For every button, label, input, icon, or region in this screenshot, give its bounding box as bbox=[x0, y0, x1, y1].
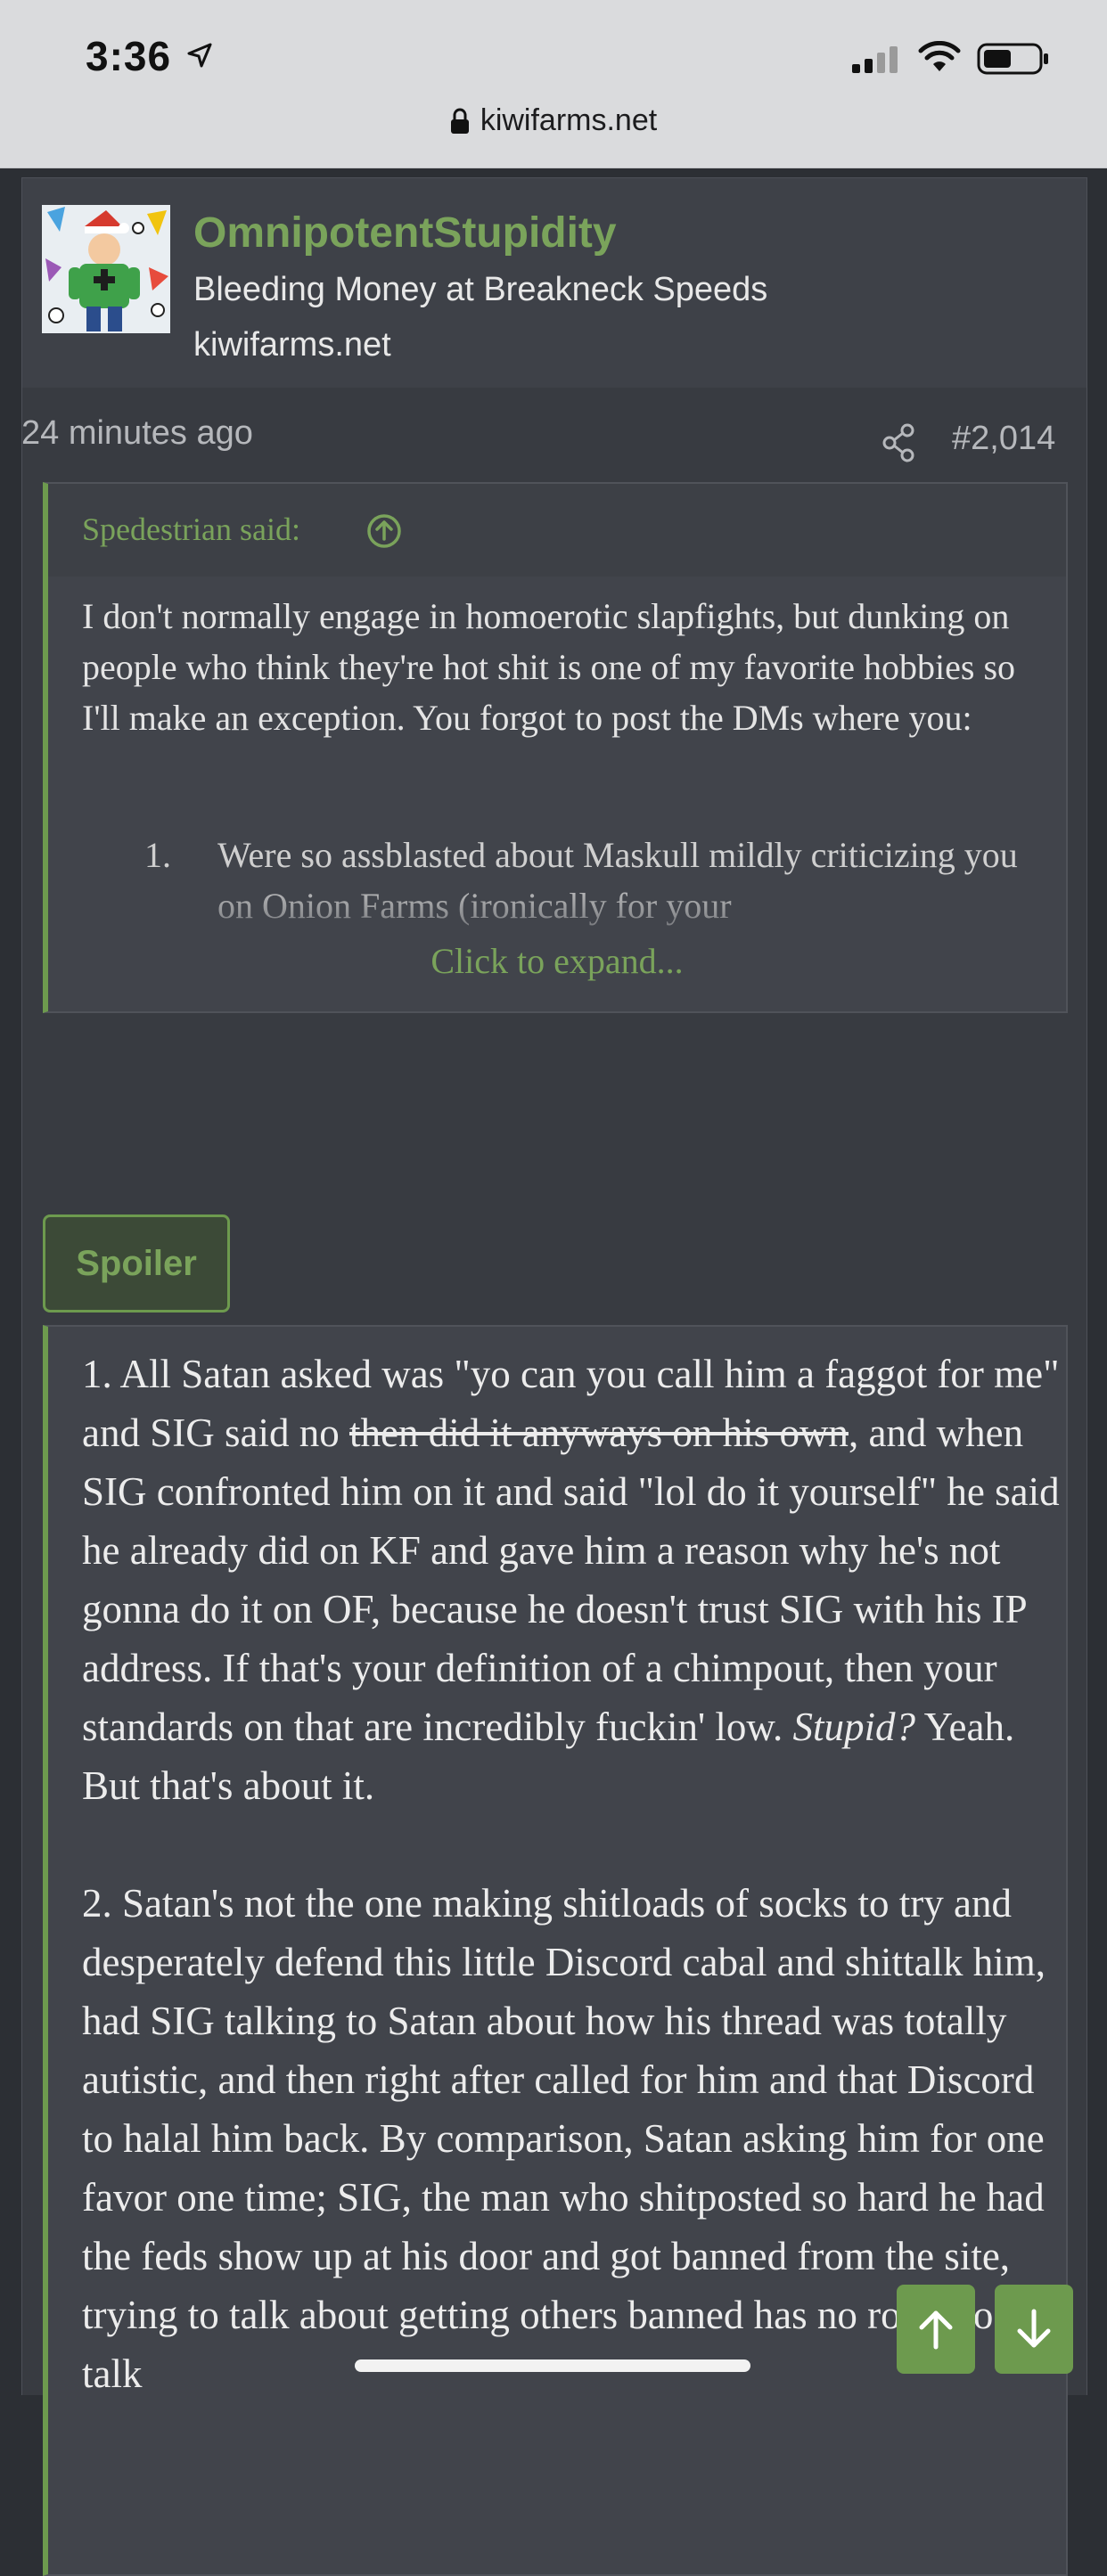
user-card: OmnipotentStupidity Bleeding Money at Br… bbox=[21, 177, 1087, 389]
italic-text: Stupid? bbox=[792, 1705, 915, 1749]
quote-header: Spedestrian said: bbox=[48, 484, 1066, 577]
arrow-up-icon bbox=[919, 2310, 953, 2350]
quote-list-number: 1. bbox=[144, 835, 171, 875]
avatar[interactable] bbox=[42, 205, 170, 333]
location-arrow-icon bbox=[187, 43, 212, 68]
spoiler-p1-text-b: , and when SIG confronted him on it and … bbox=[82, 1411, 1060, 1749]
share-icon[interactable] bbox=[881, 423, 916, 462]
page-content: OmnipotentStupidity Bleeding Money at Br… bbox=[0, 168, 1107, 2576]
spoiler-paragraph-1: 1. All Satan asked was "yo can you call … bbox=[82, 1345, 1062, 1815]
home-indicator[interactable] bbox=[355, 2359, 750, 2372]
url-text: kiwifarms.net bbox=[480, 103, 658, 137]
click-to-expand-link[interactable]: Click to expand... bbox=[48, 940, 1066, 982]
arrow-up-circle-icon[interactable] bbox=[365, 512, 403, 550]
scroll-to-bottom-button[interactable] bbox=[995, 2285, 1073, 2374]
wifi-icon bbox=[918, 41, 961, 71]
username[interactable]: OmnipotentStupidity bbox=[193, 209, 617, 258]
spoiler-text: 1. All Satan asked was "yo can you call … bbox=[82, 1345, 1062, 2403]
scroll-to-top-button[interactable] bbox=[897, 2285, 975, 2374]
user-title: Bleeding Money at Breakneck Speeds bbox=[193, 271, 768, 308]
user-site: kiwifarms.net bbox=[193, 326, 391, 364]
quote-block: Spedestrian said: I don't normally engag… bbox=[43, 482, 1068, 1013]
arrow-down-icon bbox=[1017, 2309, 1051, 2348]
lock-icon bbox=[450, 108, 469, 134]
post-timestamp[interactable]: 24 minutes ago bbox=[21, 414, 253, 453]
status-time: 3:36 bbox=[86, 33, 172, 79]
battery-icon bbox=[977, 43, 1048, 75]
strikethrough-text: then did it anyways on his own bbox=[348, 1411, 849, 1455]
post-number[interactable]: #2,014 bbox=[952, 420, 1055, 458]
quote-text: I don't normally engage in homoerotic sl… bbox=[82, 596, 1016, 738]
address-bar[interactable]: kiwifarms.net bbox=[0, 103, 1107, 148]
spoiler-content: 1. All Satan asked was "yo can you call … bbox=[43, 1325, 1068, 2576]
spoiler-button[interactable]: Spoiler bbox=[43, 1214, 230, 1313]
avatar-image bbox=[42, 205, 170, 333]
status-bar: 3:36 kiwifarms.net bbox=[0, 0, 1107, 168]
quote-attribution[interactable]: Spedestrian said: bbox=[82, 511, 300, 548]
signal-icon bbox=[852, 46, 898, 73]
